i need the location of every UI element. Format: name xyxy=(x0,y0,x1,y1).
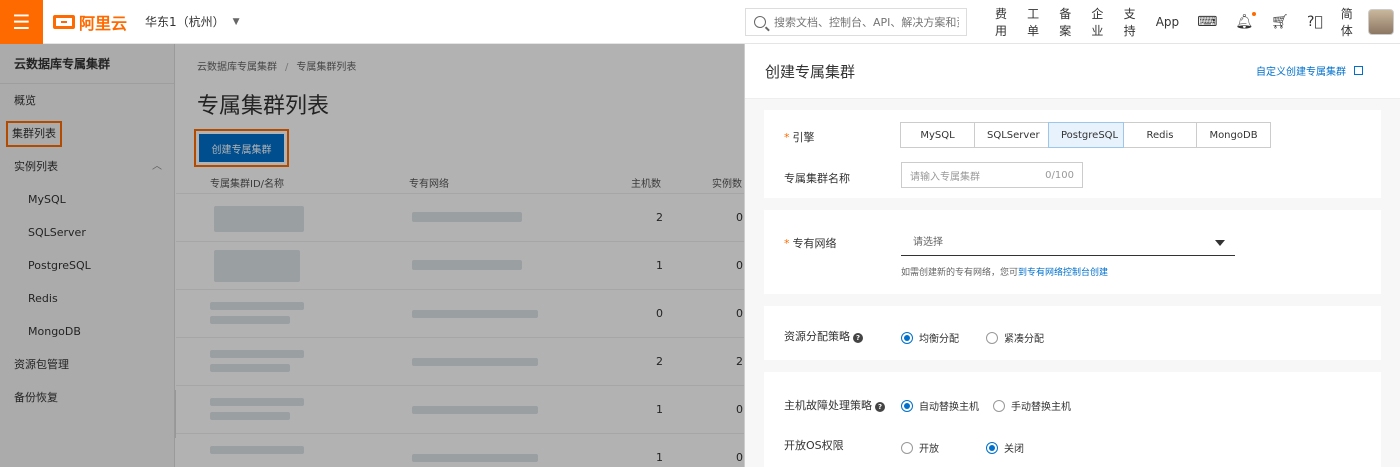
help-icon[interactable]: ? xyxy=(875,402,885,412)
engine-mongodb[interactable]: MongoDB xyxy=(1196,122,1271,148)
radio-checked xyxy=(901,399,913,412)
brand-logo[interactable]: 阿里云 xyxy=(53,10,127,34)
failover-section: 主机故障处理策略? 自动替换主机 手动替换主机 开放OS权限 开放 关闭 xyxy=(764,372,1381,467)
region-selector[interactable]: 华东1（杭州） ▼ xyxy=(145,13,240,30)
cluster-name-placeholder: 请输入专属集群 xyxy=(910,171,980,183)
engine-mysql[interactable]: MySQL xyxy=(900,122,975,148)
cart-icon[interactable]: 🛒︎ xyxy=(1271,14,1289,30)
caret-down-icon: ▼ xyxy=(232,16,240,27)
failover-label: 主机故障处理策略? xyxy=(784,397,885,413)
vpc-hint: 如需创建新的专有网络，您可到专有网络控制台创建 xyxy=(901,268,1109,278)
failover-auto-radio[interactable]: 自动替换主机 xyxy=(901,398,979,413)
dropdown-arrow-icon xyxy=(1215,240,1225,246)
cluster-name-label: 专属集群名称 xyxy=(784,172,850,185)
cluster-name-counter: 0/100 xyxy=(1045,169,1074,181)
radio-unchecked xyxy=(993,399,1005,412)
alloc-compact-radio[interactable]: 紧凑分配 xyxy=(986,330,1044,345)
vpc-section: * 专有网络 请选择 如需创建新的专有网络，您可到专有网络控制台创建 xyxy=(764,210,1381,294)
radio-unchecked xyxy=(986,331,998,344)
radio-unchecked xyxy=(901,441,913,454)
vpc-label: * 专有网络 xyxy=(784,237,837,250)
top-nav: 费用 工单 备案 企业 支持 App ⌨ 🔔︎ 🛒︎ ?⃝ 简体 xyxy=(995,0,1400,44)
allocation-section: 资源分配策略? 均衡分配 紧凑分配 xyxy=(764,306,1381,360)
os-permission-label: 开放OS权限 xyxy=(784,439,844,452)
drawer-title: 创建专属集群 xyxy=(765,62,856,81)
cluster-name-input[interactable]: 请输入专属集群 0/100 xyxy=(901,162,1083,188)
os-close-radio[interactable]: 关闭 xyxy=(986,440,1024,455)
menu-icon[interactable]: ☰ xyxy=(0,0,43,44)
os-open-radio[interactable]: 开放 xyxy=(901,440,939,455)
help-icon[interactable]: ? xyxy=(853,333,863,343)
nav-tickets[interactable]: 工单 xyxy=(1027,5,1041,39)
vpc-placeholder: 请选择 xyxy=(913,237,943,248)
search-icon xyxy=(754,16,766,28)
custom-create-link[interactable]: 自定义创建专属集群 xyxy=(1256,63,1363,78)
search-input[interactable] xyxy=(774,15,959,29)
help-icon[interactable]: ?⃝ xyxy=(1307,14,1323,30)
avatar[interactable] xyxy=(1368,9,1394,35)
radio-checked xyxy=(986,441,998,454)
nav-enterprise[interactable]: 企业 xyxy=(1091,5,1105,39)
engine-label: * 引擎 xyxy=(784,131,815,144)
nav-billing[interactable]: 费用 xyxy=(995,5,1009,39)
failover-manual-radio[interactable]: 手动替换主机 xyxy=(993,398,1071,413)
custom-create-label: 自定义创建专属集群 xyxy=(1256,67,1346,78)
engine-sqlserver[interactable]: SQLServer xyxy=(974,122,1049,148)
nav-app[interactable]: App xyxy=(1156,15,1179,29)
search-box[interactable] xyxy=(745,8,967,36)
engine-redis[interactable]: Redis xyxy=(1123,122,1197,148)
alloc-balanced-radio[interactable]: 均衡分配 xyxy=(901,330,959,345)
nav-support[interactable]: 支持 xyxy=(1124,5,1138,39)
language-switch[interactable]: 简体 xyxy=(1341,5,1355,39)
brand-name: 阿里云 xyxy=(79,13,128,33)
engine-section: * 引擎 MySQL SQLServer PostgreSQL Redis Mon… xyxy=(764,110,1381,198)
nav-icp[interactable]: 备案 xyxy=(1059,5,1073,39)
modal-backdrop[interactable] xyxy=(0,44,745,467)
region-label: 华东1（杭州） xyxy=(145,15,225,29)
bell-icon[interactable]: 🔔︎ xyxy=(1235,12,1257,30)
engine-postgresql[interactable]: PostgreSQL xyxy=(1048,122,1124,148)
aliyun-logo-icon xyxy=(53,14,75,29)
terminal-icon[interactable]: ⌨ xyxy=(1197,14,1217,30)
drawer-header: 创建专属集群 自定义创建专属集群 xyxy=(745,44,1400,99)
vpc-console-link[interactable]: 到专有网络控制台创建 xyxy=(1018,268,1108,278)
notification-dot xyxy=(1252,12,1257,16)
top-bar: ☰ 阿里云 华东1（杭州） ▼ 费用 工单 备案 企业 支持 App ⌨ 🔔︎ … xyxy=(0,0,1400,44)
create-cluster-drawer: 创建专属集群 自定义创建专属集群 * 引擎 MySQL SQLServer Pos… xyxy=(745,44,1400,467)
engine-selector: MySQL SQLServer PostgreSQL Redis MongoDB xyxy=(900,122,1271,148)
vpc-select[interactable]: 请选择 xyxy=(901,230,1235,256)
radio-checked xyxy=(901,331,913,344)
allocation-label: 资源分配策略? xyxy=(784,328,863,344)
external-link-icon xyxy=(1354,66,1363,75)
